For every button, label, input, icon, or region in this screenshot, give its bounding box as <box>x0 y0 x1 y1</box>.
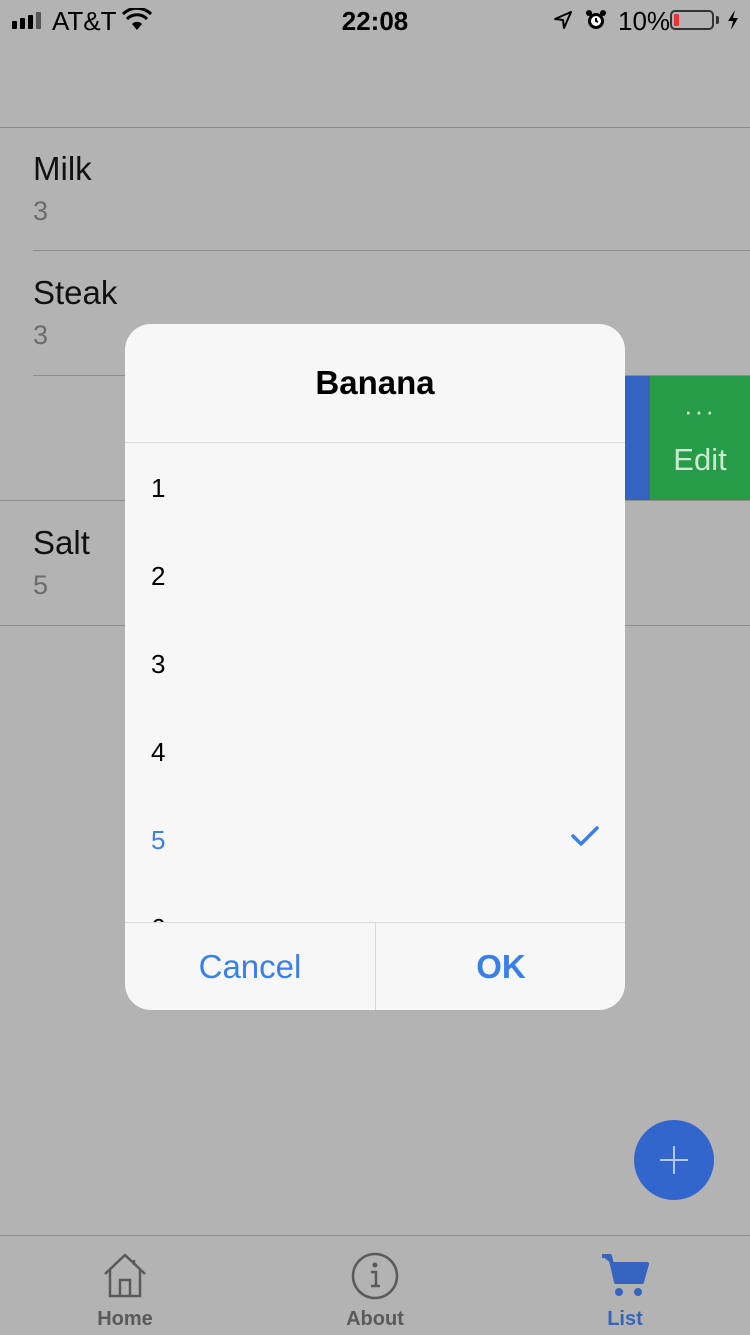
checkmark-icon <box>571 826 599 846</box>
edit-action-button[interactable]: ··· Edit <box>650 376 750 500</box>
dialog-title: Banana <box>315 364 435 401</box>
battery-icon <box>670 10 714 30</box>
more-icon: ··· <box>684 396 716 426</box>
option-label: 2 <box>151 561 166 591</box>
tab-about[interactable]: About <box>250 1236 500 1335</box>
edit-label: Edit <box>673 442 727 477</box>
home-icon <box>104 1253 146 1298</box>
item-name: Salt <box>33 524 90 561</box>
option-item[interactable]: 2 <box>125 531 625 619</box>
item-name: Milk <box>33 150 92 187</box>
option-label: 3 <box>151 649 166 679</box>
tab-home[interactable]: Home <box>0 1236 250 1335</box>
option-label: 4 <box>151 737 166 767</box>
option-item[interactable]: 3 <box>125 619 625 707</box>
add-item-button[interactable] <box>634 1120 714 1200</box>
option-label: 6 <box>151 913 165 922</box>
cart-icon <box>602 1254 649 1296</box>
option-item-selected[interactable]: 5 <box>125 795 625 883</box>
cancel-button[interactable]: Cancel <box>125 923 375 1010</box>
tab-label: List <box>607 1308 643 1330</box>
battery-tip <box>716 16 719 24</box>
tab-label: About <box>346 1308 404 1330</box>
tab-label: Home <box>97 1308 153 1330</box>
list-item[interactable]: Milk 3 <box>0 128 750 252</box>
quantity-picker-dialog: Banana 1 2 3 4 5 6 Cancel OK <box>125 324 625 1010</box>
row-divider <box>33 250 750 251</box>
option-label: 5 <box>151 825 166 855</box>
options-list[interactable]: 1 2 3 4 5 6 <box>125 443 625 922</box>
tab-bar: Home About List <box>0 1235 750 1334</box>
charging-bolt-icon <box>728 10 738 30</box>
option-item[interactable]: 4 <box>125 707 625 795</box>
item-quantity: 3 <box>33 320 49 350</box>
battery-percent: 10% <box>618 6 671 36</box>
option-item[interactable]: 1 <box>125 443 625 531</box>
option-item[interactable]: 6 <box>125 883 625 922</box>
status-bar: AT&T 22:08 10% <box>0 0 750 40</box>
location-arrow-icon <box>554 11 572 29</box>
ok-button[interactable]: OK <box>376 923 625 1010</box>
tab-list[interactable]: List <box>500 1236 750 1335</box>
alarm-icon <box>586 10 606 29</box>
info-icon <box>351 1252 399 1300</box>
item-name: Steak <box>33 274 118 311</box>
item-quantity: 3 <box>33 196 49 226</box>
option-label: 1 <box>151 473 166 503</box>
item-quantity: 5 <box>33 570 49 600</box>
